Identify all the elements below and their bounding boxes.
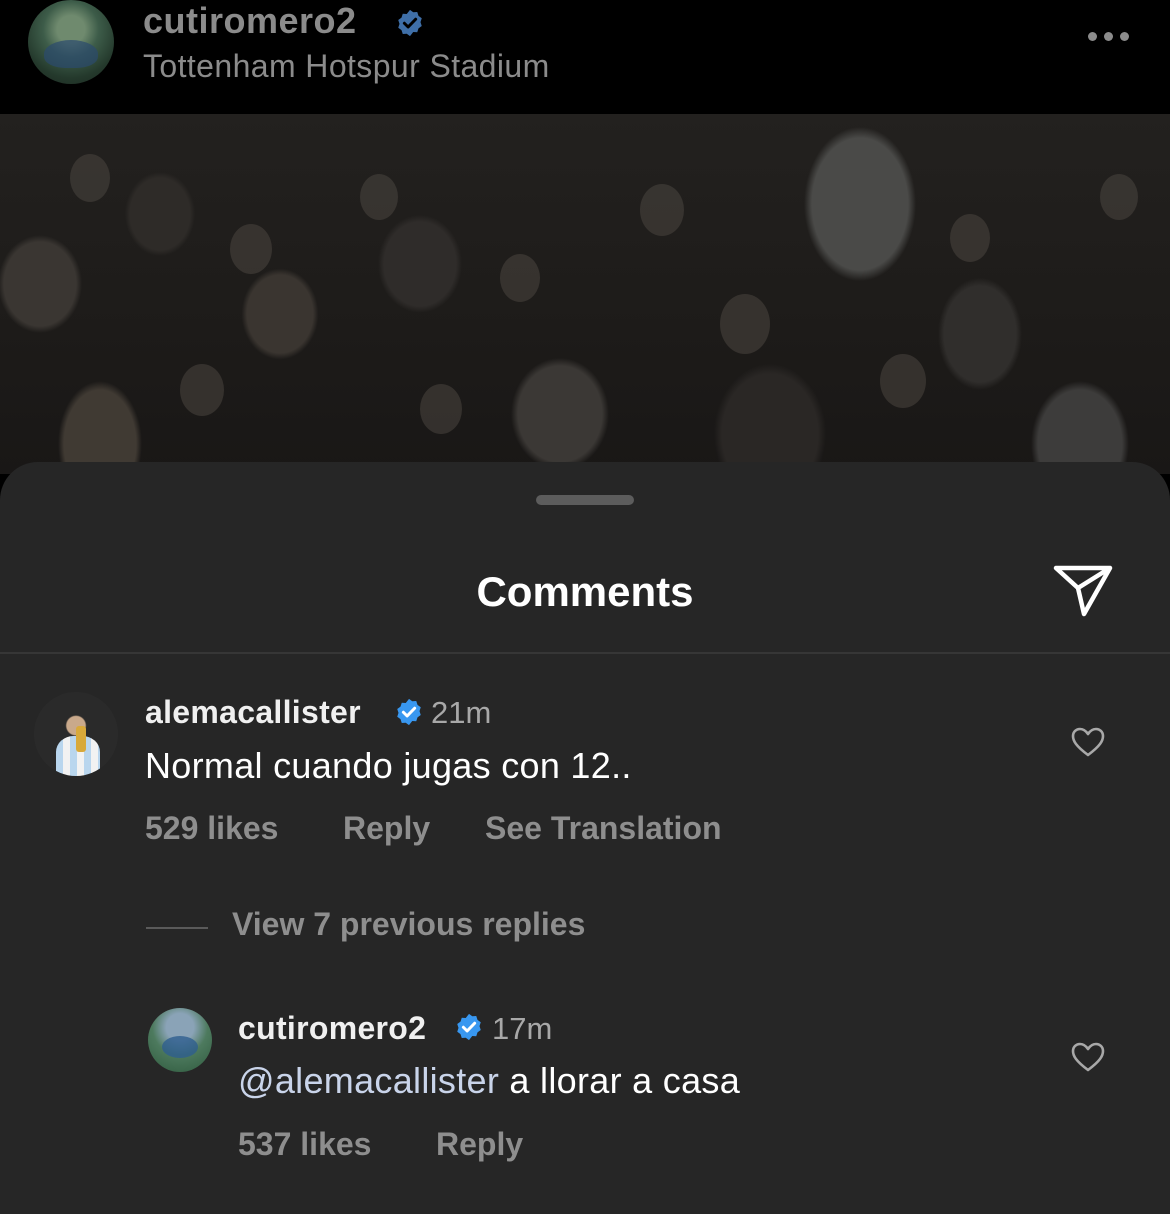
post-header: cutiromero2 Tottenham Hotspur Stadium bbox=[0, 0, 1170, 112]
sheet-divider bbox=[0, 652, 1170, 654]
comment-username[interactable]: alemacallister bbox=[145, 694, 361, 731]
more-horizontal-icon[interactable] bbox=[1088, 32, 1129, 41]
sheet-title: Comments bbox=[476, 568, 694, 615]
reply-text: @alemacallister a llorar a casa bbox=[238, 1060, 740, 1102]
view-replies-button[interactable]: View 7 previous replies bbox=[232, 906, 585, 943]
mention-link[interactable]: @alemacallister bbox=[238, 1060, 499, 1101]
post-photo[interactable] bbox=[0, 114, 1170, 474]
verified-badge-icon bbox=[457, 1013, 481, 1041]
comment-time: 21m bbox=[431, 695, 492, 730]
post-author-avatar[interactable] bbox=[28, 0, 114, 84]
replies-divider-line bbox=[146, 927, 208, 929]
verified-badge-icon bbox=[397, 698, 421, 726]
reply-button[interactable]: Reply bbox=[343, 810, 430, 847]
see-translation-button[interactable]: See Translation bbox=[485, 810, 722, 847]
post-location[interactable]: Tottenham Hotspur Stadium bbox=[143, 48, 550, 85]
drag-handle[interactable] bbox=[536, 495, 634, 505]
heart-icon[interactable] bbox=[1070, 726, 1106, 758]
comment-likes[interactable]: 529 likes bbox=[145, 810, 278, 847]
reply-username[interactable]: cutiromero2 bbox=[238, 1010, 426, 1047]
reply-time: 17m bbox=[492, 1011, 553, 1046]
heart-icon[interactable] bbox=[1070, 1041, 1106, 1073]
comment-text: Normal cuando jugas con 12.. bbox=[145, 745, 632, 786]
reply-likes[interactable]: 537 likes bbox=[238, 1126, 371, 1163]
verified-badge-icon bbox=[398, 9, 422, 37]
comment-avatar[interactable] bbox=[34, 692, 118, 776]
reply-text-body: a llorar a casa bbox=[499, 1060, 741, 1101]
send-icon[interactable] bbox=[1052, 562, 1114, 620]
reply-button[interactable]: Reply bbox=[436, 1126, 523, 1163]
reply-avatar[interactable] bbox=[148, 1008, 212, 1072]
comments-sheet: Comments alemacallister 21m Normal cuand… bbox=[0, 462, 1170, 1214]
post-username[interactable]: cutiromero2 bbox=[143, 0, 357, 42]
